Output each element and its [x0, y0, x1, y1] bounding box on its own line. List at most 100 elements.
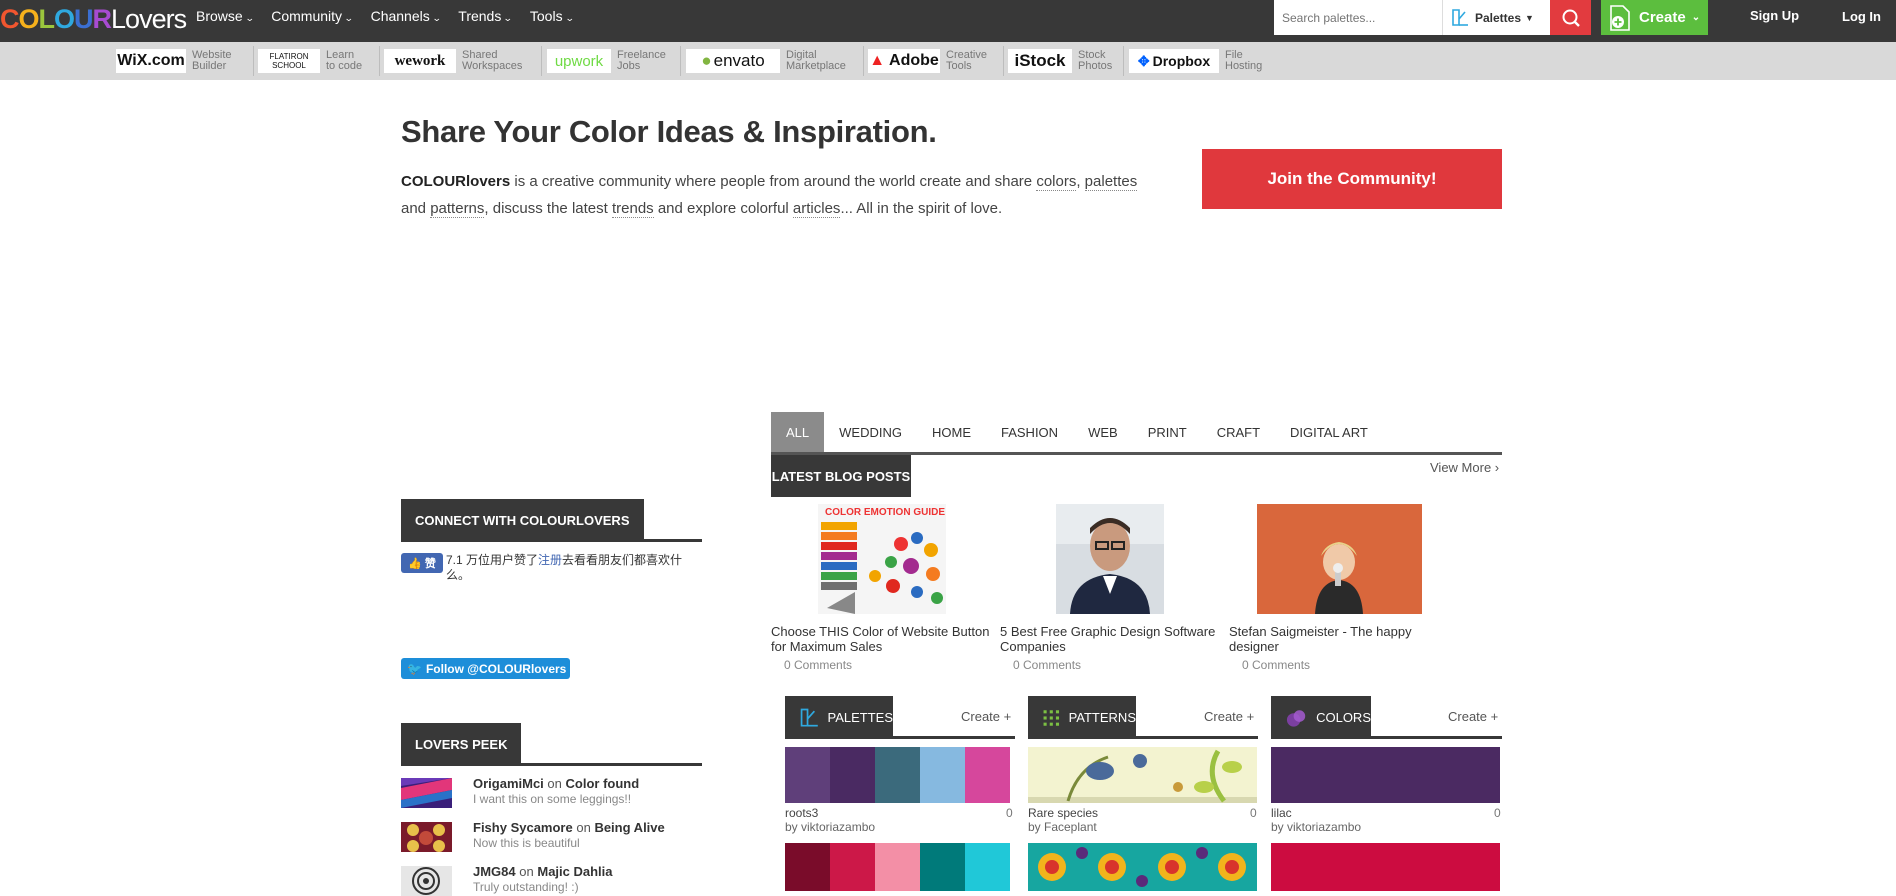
blog-post[interactable]: Stefan Saigmeister - The happy designer …	[1229, 504, 1451, 672]
sponsor-istock[interactable]: iStock Stock Photos	[1008, 46, 1112, 76]
swatch-color	[785, 843, 830, 891]
peek-thumbnail[interactable]	[401, 866, 452, 896]
join-community-button[interactable]: Join the Community!	[1202, 149, 1502, 209]
list-item[interactable]: OrigamiMci on Color found I want this on…	[401, 776, 721, 812]
peek-item-link[interactable]: Being Alive	[594, 820, 664, 835]
peek-thumbnail[interactable]	[401, 822, 452, 852]
search-button[interactable]	[1550, 0, 1591, 35]
peek-thumbnail[interactable]	[401, 778, 452, 808]
facebook-signup-link[interactable]: 注册	[538, 553, 562, 567]
link-colors[interactable]: colors	[1036, 173, 1077, 191]
thumbs-up-icon: 👍	[408, 557, 422, 570]
nav-community[interactable]: Community ⌄	[271, 0, 353, 34]
color-drops-icon	[1286, 709, 1306, 727]
sponsor-adobe[interactable]: ▲ Adobe Creative Tools	[868, 46, 987, 76]
peek-user-link[interactable]: OrigamiMci	[473, 776, 544, 791]
nav-tools[interactable]: Tools ⌄	[530, 0, 574, 34]
palette-author[interactable]: by viktoriazambo	[785, 820, 875, 834]
tab-web[interactable]: WEB	[1073, 412, 1133, 452]
swatch-color	[920, 843, 965, 891]
sponsor-logo: wework	[384, 49, 456, 73]
sponsor-upwork[interactable]: upwork Freelance Jobs	[547, 46, 666, 76]
create-color-link[interactable]: Create +	[1448, 709, 1498, 724]
sponsor-flatiron[interactable]: FLATIRON SCHOOL Learn to code	[258, 46, 362, 76]
peek-item-link[interactable]: Color found	[566, 776, 640, 791]
color-swatch[interactable]	[1271, 843, 1500, 891]
swatch-color	[965, 843, 1010, 891]
main-menu: Browse ⌄ Community ⌄ Channels ⌄ Trends ⌄ Too…	[196, 0, 591, 34]
nav-channels[interactable]: Channels ⌄	[371, 0, 442, 34]
blog-comment-count[interactable]: 0 Comments	[1229, 658, 1451, 672]
hero-description: COLOURlovers is a creative community whe…	[401, 173, 1138, 218]
swatch-color	[1271, 747, 1500, 803]
child-with-microphone-image	[1257, 504, 1422, 614]
site-logo[interactable]: COLOURLovers	[0, 2, 187, 36]
tab-all[interactable]: ALL	[771, 412, 825, 452]
hero-title: Share Your Color Ideas & Inspiration.	[401, 114, 937, 149]
pattern-swatch[interactable]	[1028, 747, 1257, 803]
list-item[interactable]: JMG84 on Majic Dahlia Truly outstanding!…	[401, 864, 721, 896]
facebook-like-button[interactable]: 👍 赞	[401, 553, 443, 573]
tab-wedding[interactable]: WEDDING	[824, 412, 917, 452]
palette-count: 0	[1006, 806, 1013, 820]
dropbox-icon: ✥	[1137, 52, 1150, 69]
blog-post[interactable]: COLOR EMOTION GUIDE Choose THIS Color of…	[771, 504, 993, 672]
color-author[interactable]: by viktoriazambo	[1271, 820, 1361, 834]
colors-heading[interactable]: COLORS	[1271, 696, 1371, 739]
swatch-color	[875, 843, 920, 891]
top-navbar: COLOURLovers Browse ⌄ Community ⌄ Channels…	[0, 0, 1896, 42]
signup-link[interactable]: Sign Up	[1750, 8, 1799, 23]
blog-post-title[interactable]: Choose THIS Color of Website Button for …	[771, 624, 993, 654]
list-item[interactable]: Fishy Sycamore on Being Alive Now this i…	[401, 820, 721, 856]
peek-user-link[interactable]: JMG84	[473, 864, 516, 879]
login-link[interactable]: Log In	[1842, 8, 1882, 25]
color-swatch[interactable]	[1271, 747, 1500, 803]
lovers-peek-heading: LOVERS PEEK	[401, 723, 522, 766]
create-palette-link[interactable]: Create +	[961, 709, 1011, 724]
search-input[interactable]	[1274, 0, 1442, 35]
blog-thumbnail[interactable]	[1000, 504, 1222, 614]
link-trends[interactable]: trends	[611, 200, 654, 218]
blog-comment-count[interactable]: 0 Comments	[771, 658, 993, 672]
palette-swatch[interactable]	[785, 747, 1010, 803]
swatch-color	[1271, 843, 1500, 891]
pattern-author[interactable]: by Faceplant	[1028, 820, 1097, 834]
link-palettes[interactable]: palettes	[1084, 173, 1138, 191]
blog-post-title[interactable]: 5 Best Free Graphic Design Software Comp…	[1000, 624, 1222, 654]
chevron-down-icon: ⌄	[1691, 12, 1701, 23]
twitter-follow-button[interactable]: 🐦 Follow @COLOURlovers	[401, 658, 570, 679]
create-pattern-link[interactable]: Create +	[1204, 709, 1254, 724]
nav-trends[interactable]: Trends ⌄	[458, 0, 513, 34]
nav-browse[interactable]: Browse ⌄	[196, 0, 254, 34]
sponsor-dropbox[interactable]: ✥ Dropbox File Hosting	[1129, 46, 1262, 76]
patterns-heading[interactable]: PATTERNS	[1028, 696, 1136, 739]
pattern-swatch[interactable]	[1028, 843, 1257, 891]
palette-name[interactable]: roots3	[785, 806, 818, 820]
blog-post[interactable]: 5 Best Free Graphic Design Software Comp…	[1000, 504, 1222, 672]
chevron-down-icon: ⌄	[431, 13, 442, 23]
pattern-name[interactable]: Rare species	[1028, 806, 1098, 820]
blog-thumbnail[interactable]: COLOR EMOTION GUIDE	[771, 504, 993, 614]
tab-fashion[interactable]: FASHION	[986, 412, 1073, 452]
peek-user-link[interactable]: Fishy Sycamore	[473, 820, 573, 835]
color-name[interactable]: lilac	[1271, 806, 1292, 820]
view-more-link[interactable]: View More ›	[1430, 460, 1499, 475]
create-button[interactable]: Create ⌄	[1601, 0, 1708, 35]
tab-home[interactable]: HOME	[917, 412, 986, 452]
link-patterns[interactable]: patterns	[430, 200, 485, 218]
tab-digital-art[interactable]: DIGITAL ART	[1275, 412, 1383, 452]
peek-item-link[interactable]: Majic Dahlia	[537, 864, 612, 879]
sponsor-wework[interactable]: wework Shared Workspaces	[384, 46, 522, 76]
blog-thumbnail[interactable]	[1229, 504, 1451, 614]
sponsor-envato[interactable]: ● envato Digital Marketplace	[686, 46, 846, 76]
blog-comment-count[interactable]: 0 Comments	[1000, 658, 1222, 672]
sponsor-wix[interactable]: WiX.com Website Builder	[116, 46, 232, 76]
search-type-select[interactable]: Palettes ▼	[1442, 0, 1550, 35]
tab-craft[interactable]: CRAFT	[1202, 412, 1275, 452]
blog-post-title[interactable]: Stefan Saigmeister - The happy designer	[1229, 624, 1451, 654]
tab-print[interactable]: PRINT	[1133, 412, 1202, 452]
link-articles[interactable]: articles	[792, 200, 841, 218]
sponsor-logo: FLATIRON SCHOOL	[258, 49, 320, 73]
palettes-heading[interactable]: PALETTES	[785, 696, 893, 739]
palette-swatch[interactable]	[785, 843, 1010, 891]
